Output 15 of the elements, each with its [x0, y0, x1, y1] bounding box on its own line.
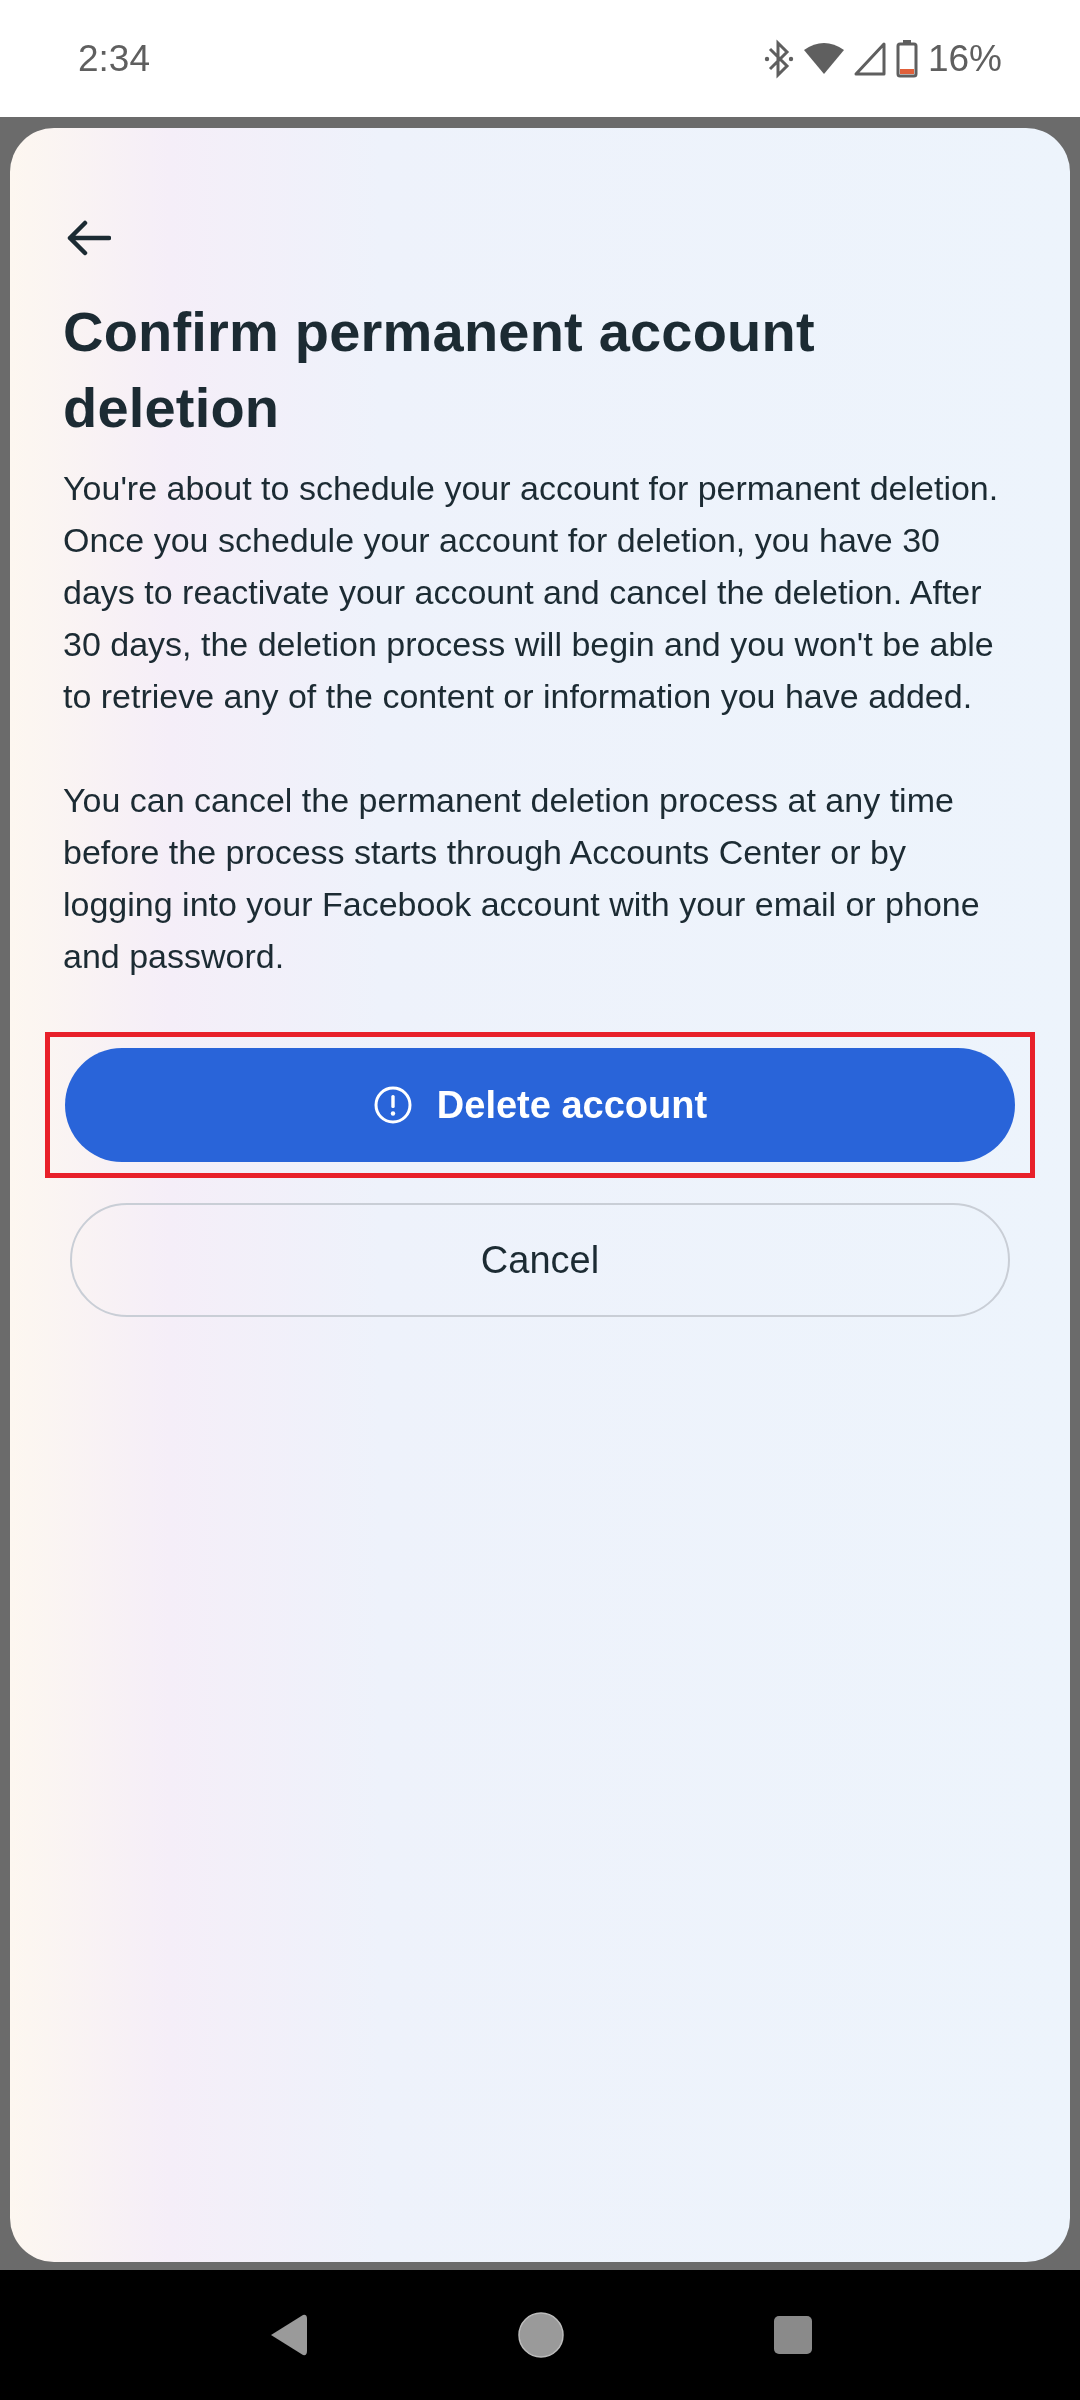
- alert-icon: [372, 1085, 413, 1125]
- body-paragraph: You can cancel the permanent deletion process at any time before the process starts through Accounts Center or by logging into your Facebook account with your email or phone and password.: [63, 780, 981, 977]
- cancel-button[interactable]: Cancel: [70, 1203, 1010, 1317]
- page-title: Confirm permanent account deletion: [63, 299, 816, 441]
- body-paragraph: You're about to schedule your account for permanent deletion. Once you schedule your account for deletion, you have 30 days to reactivate your account and cancel the deletion. After 30 days, the deletion process will begin and you won't be able to retrieve any of the content or information you have added.: [63, 468, 1000, 717]
- clock: 2:34: [78, 37, 150, 80]
- battery-percentage: 16%: [927, 37, 1002, 80]
- signal-icon: [853, 41, 886, 76]
- delete-button[interactable]: Delete account: [65, 1048, 1015, 1162]
- home-icon[interactable]: [517, 2311, 565, 2359]
- back-arrow-icon[interactable]: [65, 218, 111, 258]
- recents-icon[interactable]: [773, 2315, 813, 2355]
- bluetooth-icon: [763, 37, 794, 80]
- wifi-icon: [803, 41, 844, 76]
- battery-icon: [895, 39, 918, 78]
